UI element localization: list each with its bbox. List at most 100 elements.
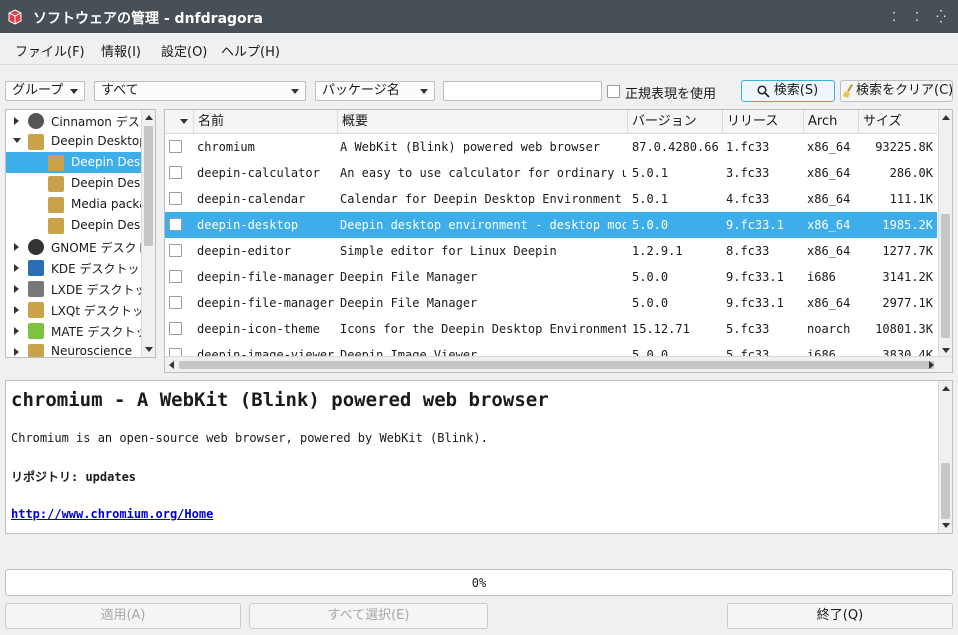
- expand-right-icon[interactable]: [14, 117, 19, 125]
- close-icon[interactable]: ⁛: [931, 8, 951, 26]
- table-row[interactable]: deepin-desktop Deepin desktop environment…: [165, 212, 937, 238]
- column-summary[interactable]: 概要: [338, 110, 628, 134]
- select-all-button[interactable]: すべて選択(E): [249, 603, 488, 629]
- table-row[interactable]: deepin-calculator An easy to use calculat…: [165, 160, 937, 186]
- help-icon[interactable]: ⁚: [884, 8, 904, 26]
- table-row[interactable]: deepin-calendar Calendar for Deepin Deskt…: [165, 186, 937, 212]
- tree-item[interactable]: Cinnamon デスクトップ: [6, 110, 155, 131]
- install-checkbox[interactable]: [169, 244, 182, 257]
- tree-item[interactable]: LXDE デスクトップ: [6, 278, 155, 299]
- expand-right-icon[interactable]: [14, 264, 19, 272]
- folder-icon: [28, 134, 44, 150]
- search-button[interactable]: 検索(S): [741, 80, 835, 102]
- tree-item[interactable]: Media packages: [6, 194, 155, 215]
- scroll-down-icon[interactable]: [942, 348, 950, 353]
- tree-item[interactable]: Deepin Desktop: [6, 152, 155, 173]
- scroll-left-icon[interactable]: [169, 361, 174, 369]
- install-checkbox[interactable]: [169, 322, 182, 335]
- column-name[interactable]: 名前: [194, 110, 338, 134]
- details-url-link[interactable]: http://www.chromium.org/Home: [11, 507, 213, 521]
- expand-right-icon[interactable]: [14, 243, 19, 251]
- group-combo[interactable]: グループ: [5, 81, 85, 101]
- folder-icon: [48, 176, 64, 192]
- install-checkbox[interactable]: [169, 140, 182, 153]
- tree-item[interactable]: KDE デスクトップ: [6, 257, 152, 278]
- tree-item[interactable]: GNOME デスクトップ: [6, 236, 155, 257]
- scroll-down-icon[interactable]: [145, 347, 153, 352]
- expand-right-icon[interactable]: [14, 306, 19, 314]
- scroll-down-icon[interactable]: [942, 523, 950, 528]
- menu-info[interactable]: 情報(I): [101, 41, 141, 60]
- tree-item-label: Neuroscience: [51, 344, 133, 358]
- install-checkbox[interactable]: [169, 270, 182, 283]
- column-version[interactable]: バージョン: [628, 110, 723, 134]
- cell-summary: A WebKit (Blink) powered web browser: [340, 140, 601, 154]
- menu-help[interactable]: ヘルプ(H): [221, 41, 280, 60]
- cell-release: 1.fc33: [726, 140, 770, 154]
- menu-file[interactable]: ファイル(F): [15, 41, 85, 60]
- tree-item[interactable]: Deepin Desktop: [6, 173, 155, 194]
- scroll-right-icon[interactable]: [929, 361, 934, 369]
- cell-arch: x86_64: [807, 166, 851, 180]
- lxde-icon: [28, 281, 44, 297]
- cell-release: 9.fc33.1: [726, 270, 784, 284]
- install-checkbox[interactable]: [169, 218, 182, 231]
- tree-item[interactable]: LXQt デスクトップ: [6, 299, 155, 320]
- tree-item[interactable]: Neuroscience: [6, 341, 143, 358]
- cell-arch: noarch: [807, 322, 851, 336]
- package-list[interactable]: 名前 概要 バージョン リリース Arch サイズ chromium A WebK…: [164, 109, 953, 373]
- expand-down-icon[interactable]: [13, 138, 21, 143]
- expand-right-icon[interactable]: [14, 327, 19, 335]
- list-hscrollbar[interactable]: [165, 356, 952, 372]
- list-vscrollbar[interactable]: [938, 110, 952, 358]
- details-title: chromium - A WebKit (Blink) powered web …: [11, 389, 549, 411]
- column-size[interactable]: サイズ: [859, 110, 937, 134]
- cell-name: deepin-desktop: [197, 218, 299, 232]
- install-checkbox[interactable]: [169, 296, 182, 309]
- table-row[interactable]: deepin-editor Simple editor for Linux Dee…: [165, 238, 937, 264]
- table-row[interactable]: chromium A WebKit (Blink) powered web bro…: [165, 134, 937, 160]
- clear-search-label: 検索をクリア(C): [856, 83, 953, 98]
- scroll-up-icon[interactable]: [942, 386, 950, 391]
- scroll-thumb[interactable]: [179, 361, 934, 369]
- cell-arch: x86_64: [807, 244, 851, 258]
- column-arch[interactable]: Arch: [804, 110, 859, 134]
- search-field-combo[interactable]: パッケージ名: [315, 81, 435, 101]
- group-tree[interactable]: Cinnamon デスクトップDeepin DesktopDeepin Desk…: [5, 109, 156, 358]
- apply-button[interactable]: 適用(A): [5, 603, 241, 629]
- table-row[interactable]: deepin-file-manager Deepin File Manager 5.…: [165, 264, 937, 290]
- cell-summary: Deepin desktop environment - desktop mod…: [340, 218, 626, 232]
- table-row[interactable]: deepin-icon-theme Icons for the Deepin De…: [165, 316, 937, 342]
- column-release[interactable]: リリース: [723, 110, 804, 134]
- regex-checkbox[interactable]: [607, 85, 620, 98]
- filter-combo[interactable]: すべて: [94, 81, 306, 101]
- scroll-thumb[interactable]: [144, 126, 153, 246]
- menu-settings[interactable]: 設定(O): [161, 41, 207, 60]
- tree-item[interactable]: Deepin Desktop: [6, 131, 147, 152]
- expand-right-icon[interactable]: [14, 285, 19, 293]
- cell-size: 1985.2K: [882, 218, 933, 232]
- tree-item[interactable]: Deepin Desktop: [6, 215, 155, 236]
- cell-summary: Deepin File Manager: [340, 296, 478, 310]
- package-details: chromium - A WebKit (Blink) powered web …: [5, 380, 953, 534]
- install-checkbox[interactable]: [169, 192, 182, 205]
- quit-button[interactable]: 終了(Q): [727, 603, 953, 629]
- tree-scrollbar[interactable]: [141, 110, 155, 357]
- expand-right-icon[interactable]: [14, 348, 19, 356]
- cell-release: 5.fc33: [726, 322, 770, 336]
- tree-item[interactable]: MATE デスクトップ: [6, 320, 155, 341]
- search-input[interactable]: [443, 81, 602, 101]
- sort-column[interactable]: [165, 110, 194, 134]
- minimize-icon[interactable]: ⁚: [907, 8, 927, 26]
- search-button-label: 検索(S): [773, 83, 819, 98]
- scroll-up-icon[interactable]: [942, 115, 950, 120]
- cell-version: 5.0.1: [632, 166, 669, 180]
- install-checkbox[interactable]: [169, 166, 182, 179]
- scroll-up-icon[interactable]: [145, 115, 153, 120]
- details-scrollbar[interactable]: [938, 381, 952, 533]
- clear-search-button[interactable]: 検索をクリア(C): [840, 80, 953, 102]
- search-field-label: パッケージ名: [322, 83, 400, 98]
- scroll-thumb[interactable]: [941, 463, 950, 519]
- scroll-thumb[interactable]: [941, 214, 950, 338]
- table-row[interactable]: deepin-file-manager Deepin File Manager 5.…: [165, 290, 937, 316]
